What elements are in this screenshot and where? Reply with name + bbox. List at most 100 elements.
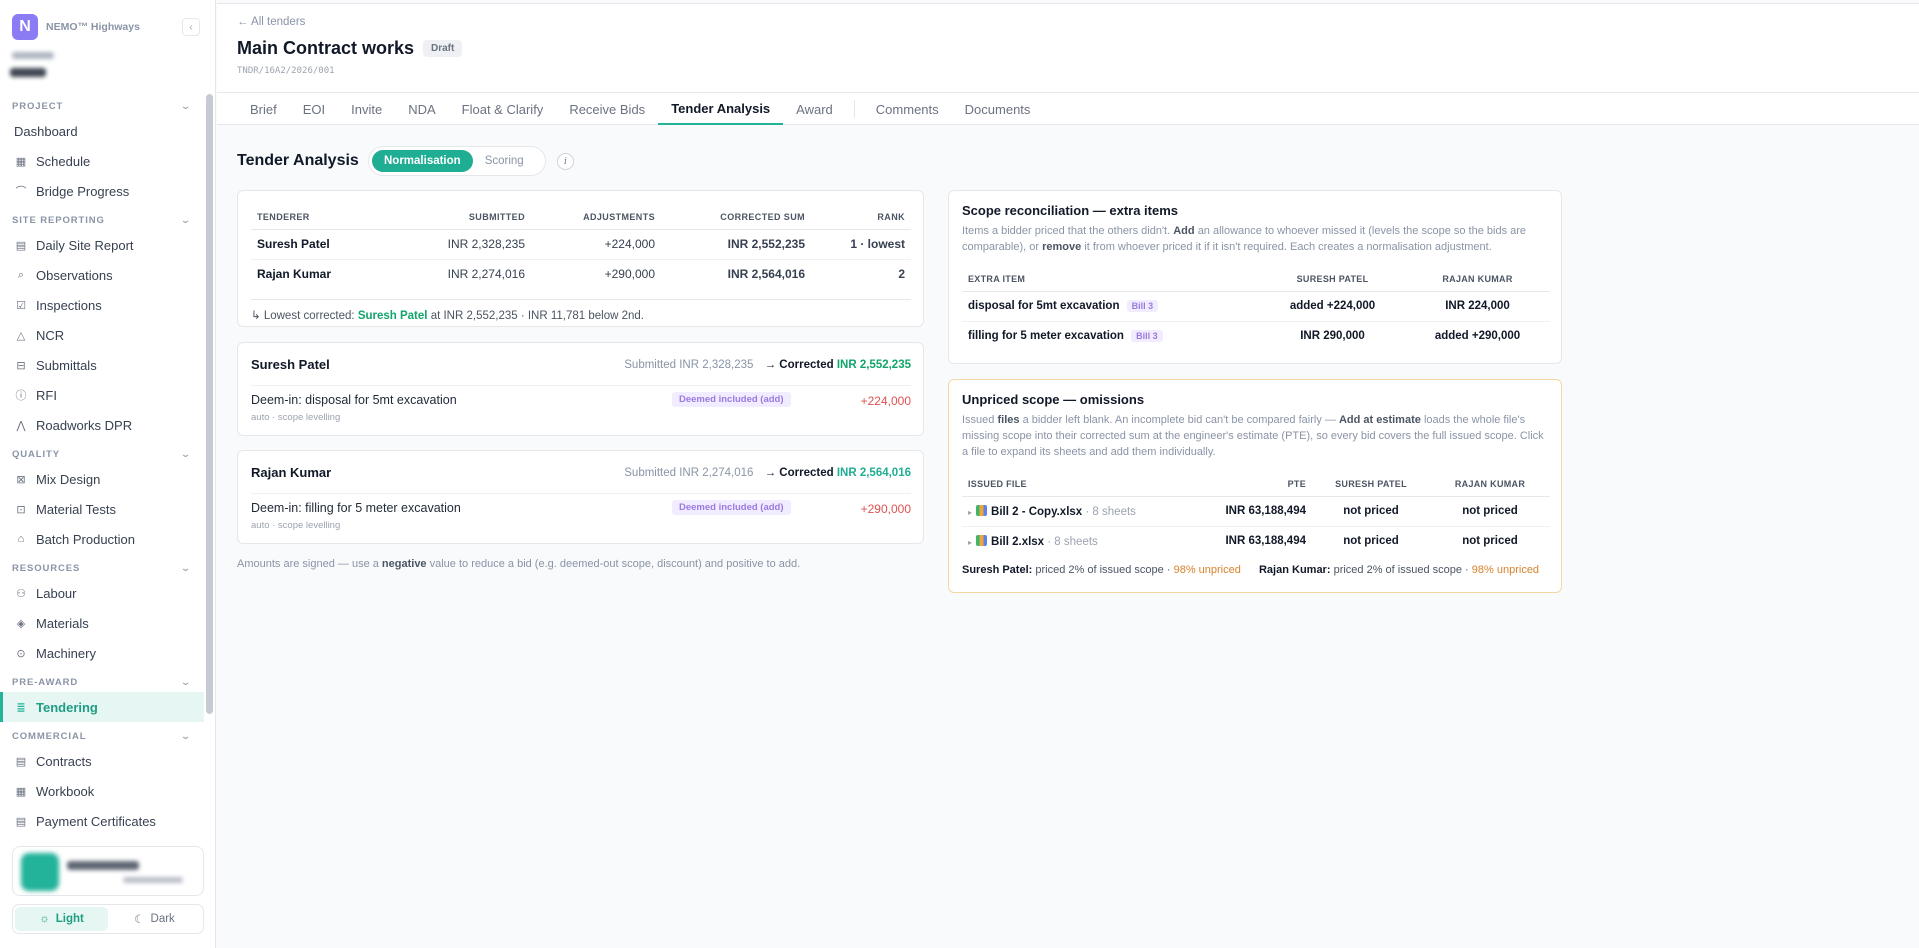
divider	[251, 493, 911, 494]
suresh-value[interactable]: INR 290,000	[1260, 321, 1405, 351]
sidebar-item-dashboard[interactable]: Dashboard	[0, 116, 204, 146]
mode-scoring-button[interactable]: Scoring	[473, 150, 536, 172]
sidebar-item-workbook[interactable]: ▦ Workbook	[0, 776, 204, 806]
sidebar-item-materials[interactable]: ◈ Materials	[0, 608, 204, 638]
tab-invite[interactable]: Invite	[338, 93, 395, 125]
sidebar-section-header[interactable]: PROJECT ⌄	[0, 96, 204, 116]
inbox-icon: ⊟	[16, 359, 26, 372]
chevron-down-icon[interactable]: ⌄	[180, 215, 192, 226]
unpriced-scope-card: Unpriced scope — omissions Issued files …	[948, 379, 1562, 593]
user-card[interactable]	[12, 846, 204, 896]
back-to-tenders-link[interactable]: ← All tenders	[237, 16, 305, 28]
tab-float-clarify[interactable]: Float & Clarify	[449, 93, 557, 125]
tab-nda[interactable]: NDA	[395, 93, 448, 125]
tab-eoi[interactable]: EOI	[290, 93, 338, 125]
people-icon: ⚇	[16, 587, 26, 600]
sidebar-scrollbar[interactable]	[206, 94, 213, 714]
sidebar-section-title: QUALITY	[12, 448, 60, 460]
chevron-down-icon[interactable]: ⌄	[180, 731, 192, 742]
rank-value: 2	[898, 267, 905, 282]
sidebar-item-machinery[interactable]: ⊙ Machinery	[0, 638, 204, 668]
sidebar-item-mix-design[interactable]: ⊠ Mix Design	[0, 464, 204, 494]
sidebar-item-label: Submittals	[36, 357, 97, 373]
sidebar-item-tendering[interactable]: ≣ Tendering	[0, 692, 204, 722]
adjustment-amount[interactable]: +224,000	[861, 394, 911, 408]
sidebar-item-observations[interactable]: ⌕ Observations	[0, 260, 204, 290]
sidebar-section-header[interactable]: QUALITY ⌄	[0, 444, 204, 464]
tab-tender-analysis[interactable]: Tender Analysis	[658, 93, 784, 125]
tab-award[interactable]: Award	[783, 93, 846, 125]
sidebar-section-header[interactable]: SITE REPORTING ⌄	[0, 210, 204, 230]
sidebar-item-inspections[interactable]: ☑ Inspections	[0, 290, 204, 320]
expand-caret-icon[interactable]: ▸	[968, 508, 972, 517]
sidebar-item-material-tests[interactable]: ⊡ Material Tests	[0, 494, 204, 524]
sidebar-collapse-button[interactable]: ‹	[182, 18, 200, 36]
bidder-corrected-value: INR 2,564,016	[836, 467, 911, 479]
sidebar-item-bridge-progress[interactable]: ⌒ Bridge Progress	[0, 176, 204, 206]
col-extra-item: EXTRA ITEM	[962, 267, 1260, 292]
sidebar-item-label: Roadworks DPR	[36, 417, 133, 433]
sidebar-section-header[interactable]: COMMERCIAL ⌄	[0, 726, 204, 746]
sidebar-section-header[interactable]: PRE-AWARD ⌄	[0, 672, 204, 692]
sidebar-item-roadworks-dpr[interactable]: ⋀ Roadworks DPR	[0, 410, 204, 440]
sidebar-item-labour[interactable]: ⚇ Labour	[0, 578, 204, 608]
suresh-status[interactable]: not priced	[1312, 496, 1430, 527]
avatar	[21, 853, 59, 891]
sidebar-item-batch-production[interactable]: ⌂ Batch Production	[0, 524, 204, 554]
factory-icon: ⌂	[17, 533, 25, 545]
theme-dark-button[interactable]: ☾ Dark	[108, 907, 201, 931]
sidebar-item-payment-certificates[interactable]: ▤ Payment Certificates	[0, 806, 204, 834]
chevron-down-icon[interactable]: ⌄	[180, 563, 192, 574]
table-row: filling for 5 meter excavation Bill 3 IN…	[962, 321, 1550, 351]
project-selector-redacted[interactable]	[12, 52, 54, 59]
suresh-value[interactable]: added +224,000	[1260, 291, 1405, 322]
sidebar-item-submittals[interactable]: ⊟ Submittals	[0, 350, 204, 380]
sidebar-item-label: Tendering	[36, 699, 98, 715]
info-icon[interactable]: i	[557, 153, 574, 170]
sidebar-item-contracts[interactable]: ▤ Contracts	[0, 746, 204, 776]
table-row[interactable]: ▸ Bill 2.xlsx · 8 sheets INR 63,188,494 n…	[962, 526, 1550, 556]
lowest-corrected-note: ↳ Lowest corrected: Suresh Patel at INR …	[251, 299, 911, 322]
suresh-status[interactable]: not priced	[1312, 526, 1430, 556]
adjustment-description[interactable]: Deem-in: disposal for 5mt excavation	[251, 393, 457, 407]
issued-file-cell[interactable]: ▸ Bill 2 - Copy.xlsx · 8 sheets	[962, 496, 1212, 527]
rajan-value[interactable]: added +290,000	[1405, 321, 1550, 351]
theme-light-label: Light	[55, 913, 84, 925]
table-header-row: ISSUED FILE PTE SURESH PATEL RAJAN KUMAR	[962, 472, 1550, 497]
chevron-down-icon[interactable]: ⌄	[180, 677, 192, 688]
tab-brief[interactable]: Brief	[237, 93, 290, 125]
sidebar-item-label: Dashboard	[14, 123, 78, 139]
sidebar-item-schedule[interactable]: ▦ Schedule	[0, 146, 204, 176]
tab-comments[interactable]: Comments	[863, 93, 952, 125]
rank-value: 1 · lowest	[811, 229, 911, 260]
box-icon: ◈	[16, 617, 26, 630]
theme-light-button[interactable]: ☼ Light	[15, 907, 108, 931]
scope-coverage-summary: Suresh Patel: priced 2% of issued scope …	[962, 564, 1539, 576]
chevron-down-icon[interactable]: ⌄	[180, 449, 192, 460]
sidebar-item-label: Machinery	[36, 645, 96, 661]
tab-documents[interactable]: Documents	[952, 93, 1044, 125]
rajan-value[interactable]: INR 224,000	[1405, 291, 1550, 322]
coverage-unpriced: 98% unpriced	[1471, 564, 1540, 576]
sidebar-section-header[interactable]: RESOURCES ⌄	[0, 558, 204, 578]
sidebar-section-title: COMMERCIAL	[12, 730, 87, 742]
tab-receive-bids[interactable]: Receive Bids	[556, 93, 658, 125]
rajan-status[interactable]: not priced	[1430, 496, 1550, 527]
adjustment-description[interactable]: Deem-in: filling for 5 meter excavation	[251, 501, 461, 515]
file-name: Bill 2.xlsx	[991, 535, 1045, 548]
sidebar-item-rfi[interactable]: ⓘ RFI	[0, 380, 204, 410]
expand-caret-icon[interactable]: ▸	[968, 538, 972, 547]
submitted-amount: INR 2,328,235	[421, 229, 531, 260]
sidebar-item-label: Daily Site Report	[36, 237, 134, 253]
table-row[interactable]: ▸ Bill 2 - Copy.xlsx · 8 sheets INR 63,18…	[962, 496, 1550, 527]
mode-normalisation-button[interactable]: Normalisation	[372, 150, 473, 172]
rajan-status[interactable]: not priced	[1430, 526, 1550, 556]
sidebar-item-daily-site-report[interactable]: ▤ Daily Site Report	[0, 230, 204, 260]
chevron-down-icon[interactable]: ⌄	[180, 101, 192, 112]
issued-file-cell[interactable]: ▸ Bill 2.xlsx · 8 sheets	[962, 526, 1212, 556]
brand[interactable]: N NEMO™ Highways	[12, 14, 140, 40]
adjustment-amount[interactable]: +290,000	[861, 502, 911, 516]
sidebar-item-ncr[interactable]: △ NCR	[0, 320, 204, 350]
adjustment-amount: +290,000	[604, 267, 655, 282]
tenderer-name: Suresh Patel	[251, 229, 421, 260]
